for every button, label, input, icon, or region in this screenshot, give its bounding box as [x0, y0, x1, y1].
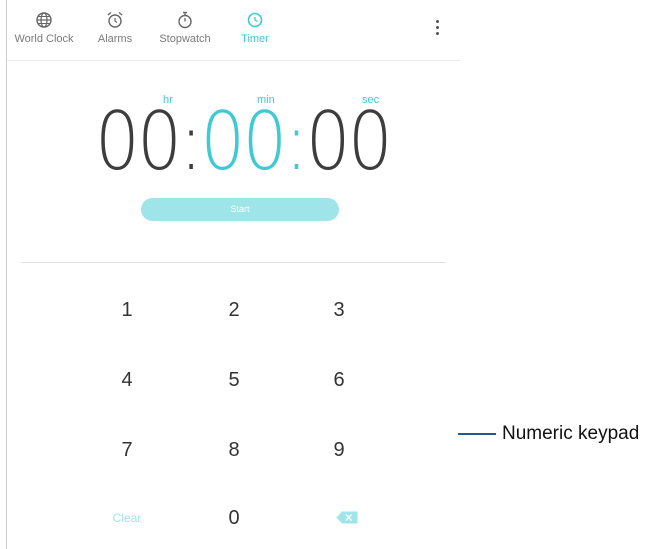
minutes-value[interactable]: 00: [200, 95, 287, 188]
key-3[interactable]: 3: [309, 290, 369, 330]
key-4[interactable]: 4: [97, 360, 157, 400]
separator: :: [284, 95, 309, 188]
key-6[interactable]: 6: [309, 360, 369, 400]
start-button[interactable]: Start: [141, 198, 339, 221]
keypad-annotation: Numeric keypad: [502, 423, 640, 444]
tab-label: Timer: [241, 33, 269, 45]
clear-button[interactable]: Clear: [97, 498, 157, 538]
divider: [21, 262, 446, 263]
backspace-icon[interactable]: [336, 511, 358, 524]
tab-world-clock[interactable]: World Clock: [4, 10, 84, 45]
tab-alarms[interactable]: Alarms: [75, 10, 155, 45]
timer-display[interactable]: 00:00:00: [95, 95, 393, 188]
timer-icon: [247, 12, 263, 28]
key-9[interactable]: 9: [309, 430, 369, 470]
seconds-value[interactable]: 00: [306, 95, 393, 188]
tab-label: World Clock: [14, 33, 74, 45]
key-1[interactable]: 1: [97, 290, 157, 330]
key-0[interactable]: 0: [204, 498, 264, 538]
key-2[interactable]: 2: [204, 290, 264, 330]
more-options-icon[interactable]: [433, 20, 441, 40]
key-7[interactable]: 7: [97, 430, 157, 470]
stopwatch-icon: [178, 11, 192, 29]
key-8[interactable]: 8: [204, 430, 264, 470]
tab-stopwatch[interactable]: Stopwatch: [145, 10, 225, 45]
tab-label: Alarms: [97, 33, 133, 45]
hours-value[interactable]: 00: [95, 95, 182, 188]
globe-icon: [36, 12, 52, 28]
tab-timer[interactable]: Timer: [215, 10, 295, 45]
alarm-clock-icon: [107, 11, 123, 28]
key-5[interactable]: 5: [204, 360, 264, 400]
tab-bar: World Clock Alarms Stopwatch Timer: [7, 0, 460, 61]
callout-line: [458, 433, 496, 435]
timer-app: World Clock Alarms Stopwatch Timer hr mi…: [7, 0, 460, 549]
tab-label: Stopwatch: [159, 33, 211, 45]
separator: :: [179, 95, 203, 188]
